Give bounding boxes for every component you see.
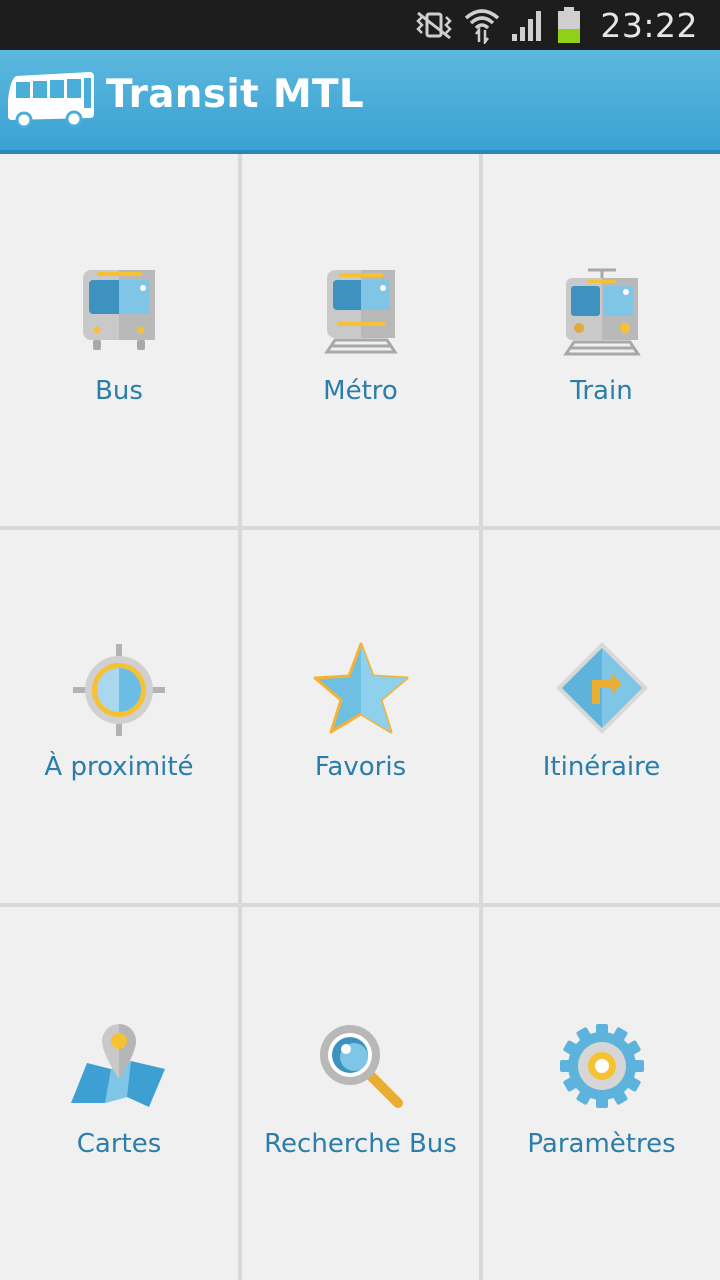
tile-label-maps: Cartes: [76, 1129, 162, 1159]
tile-maps[interactable]: Cartes: [0, 907, 238, 1280]
tile-label-itinerary: Itinéraire: [542, 752, 661, 782]
status-bar: 23:22: [0, 0, 720, 50]
status-time: 23:22: [600, 5, 698, 45]
tile-train[interactable]: Train: [483, 154, 720, 526]
tile-nearby[interactable]: À proximité: [0, 530, 238, 903]
status-icons: 23:22: [414, 0, 698, 50]
train-icon: [562, 268, 641, 356]
tile-bus-search[interactable]: Recherche Bus: [242, 907, 479, 1280]
tile-label-favorites: Favoris: [314, 752, 407, 782]
magnifier-icon: [319, 1025, 403, 1108]
star-icon: [313, 642, 408, 734]
signal-icon: [512, 11, 542, 41]
tile-metro[interactable]: Métro: [242, 154, 479, 526]
app-bar: Transit MTL: [0, 50, 720, 154]
bus-logo-icon: [8, 72, 94, 128]
app-title: Transit MTL: [106, 72, 364, 117]
battery-icon: [558, 7, 581, 43]
gear-icon: [559, 1024, 644, 1108]
map-pin-icon: [71, 1023, 165, 1107]
tile-label-bus-search: Recherche Bus: [264, 1129, 457, 1159]
tile-label-nearby: À proximité: [44, 752, 194, 782]
tile-label-metro: Métro: [323, 376, 398, 406]
wifi-icon: [465, 9, 500, 44]
tile-settings[interactable]: Paramètres: [483, 907, 720, 1280]
tile-favorites[interactable]: Favoris: [242, 530, 479, 903]
main-menu-grid: Bus Métro Train À proximité Favoris Itin…: [0, 154, 720, 1280]
tile-label-train: Train: [570, 376, 633, 406]
vibrate-icon: [416, 11, 453, 40]
tile-bus[interactable]: Bus: [0, 154, 238, 526]
tile-itinerary[interactable]: Itinéraire: [483, 530, 720, 903]
route-sign-icon: [555, 642, 648, 734]
bus-icon: [83, 270, 155, 350]
crosshair-icon: [73, 644, 165, 736]
tile-label-settings: Paramètres: [527, 1129, 676, 1159]
metro-icon: [323, 270, 398, 354]
tile-label-bus: Bus: [95, 376, 143, 406]
